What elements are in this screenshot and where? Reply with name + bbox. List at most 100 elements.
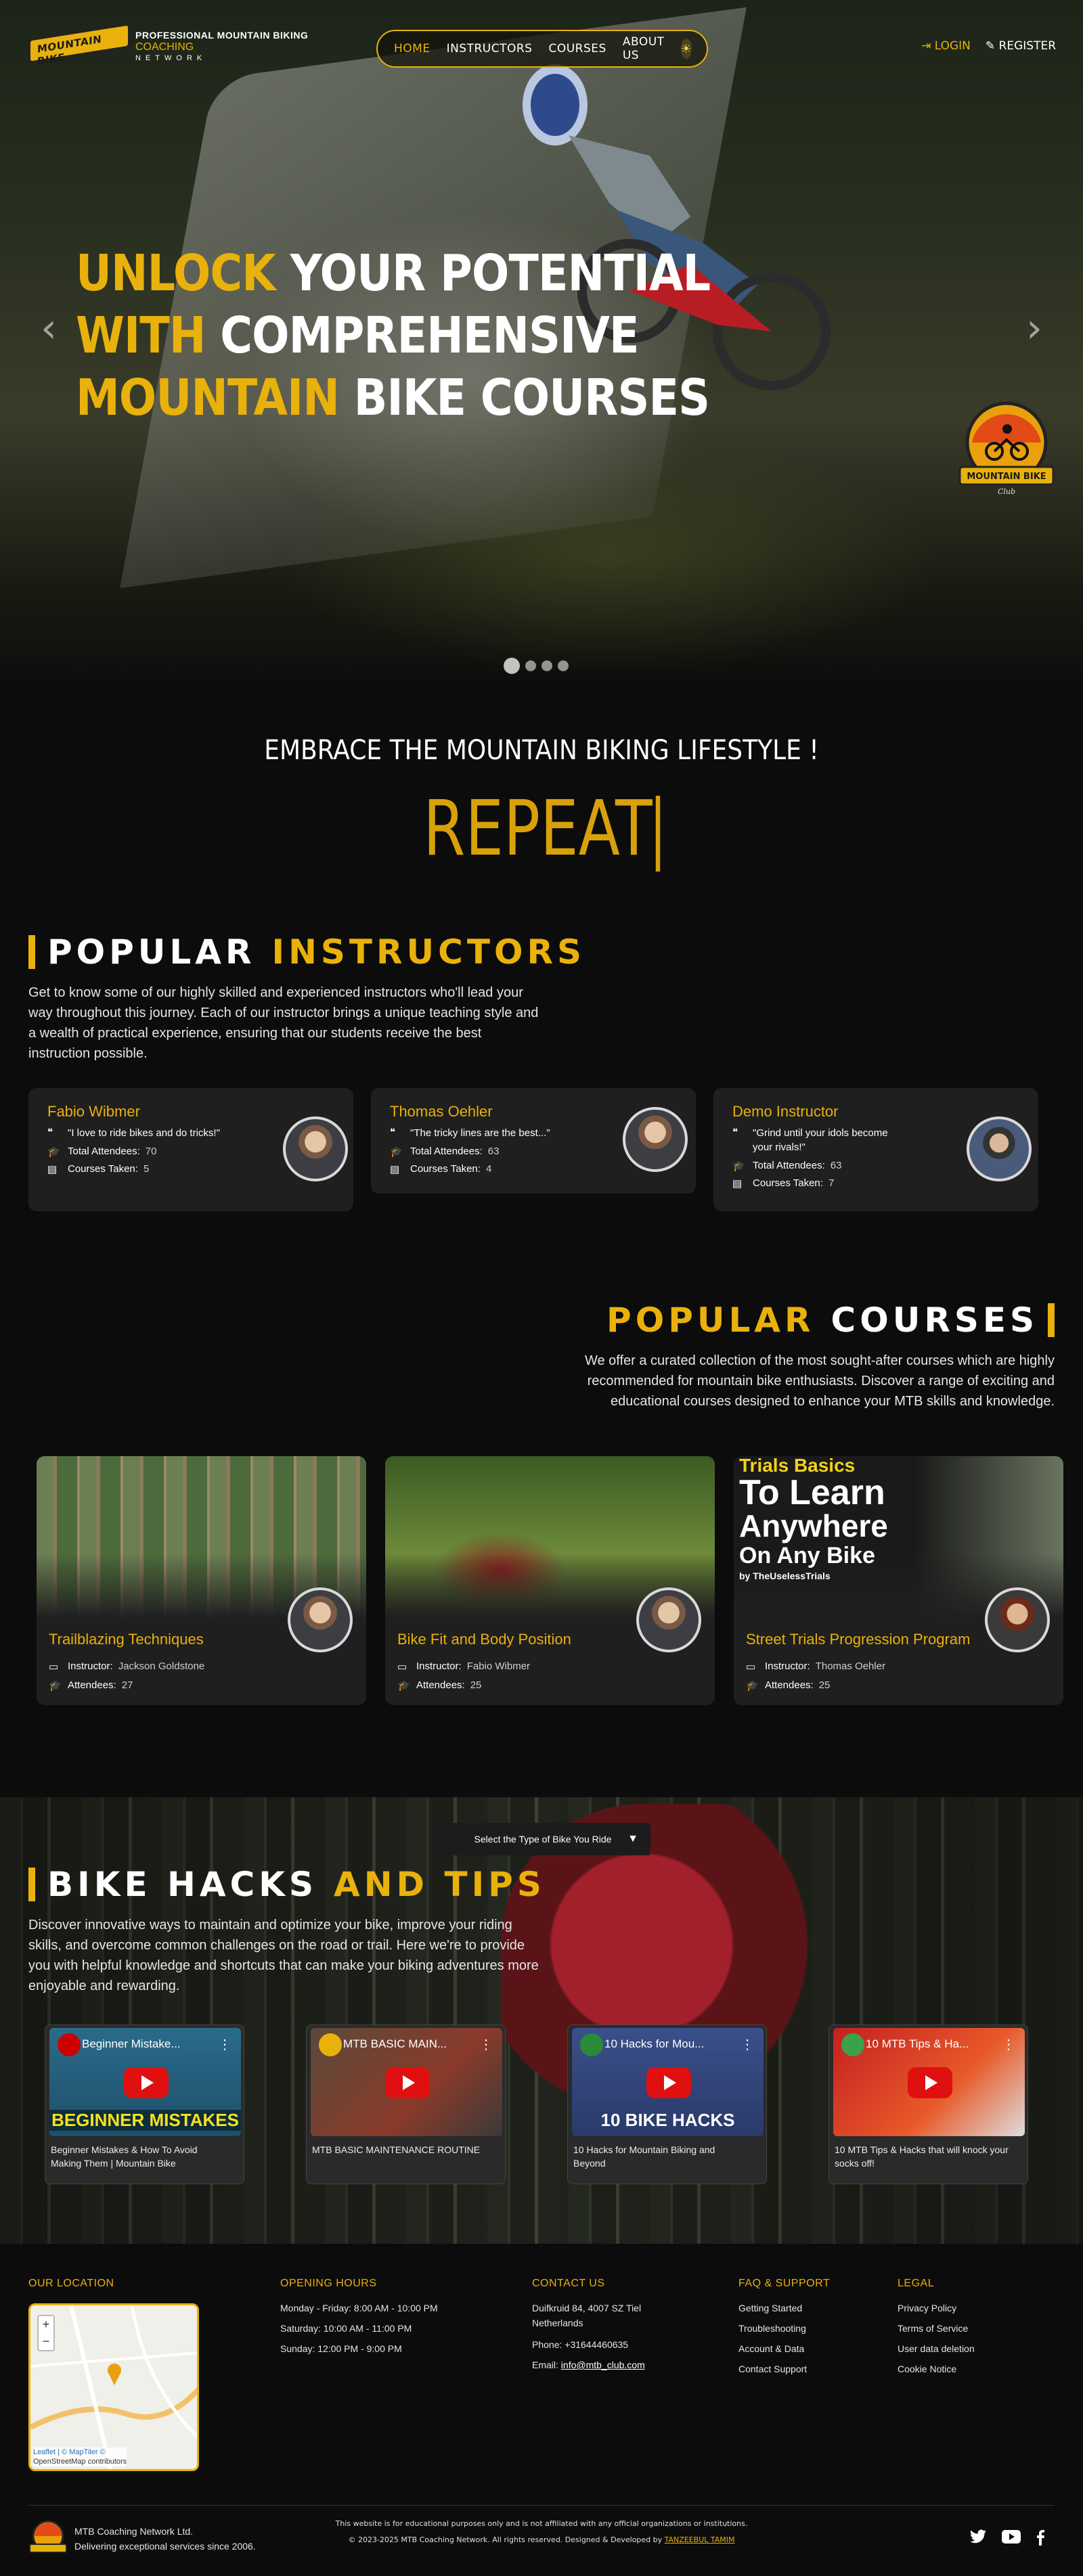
more-options-icon[interactable]: ⋮ [218, 2036, 231, 2053]
select-placeholder: Select the Type of Bike You Ride [474, 1834, 612, 1845]
copyright-text: © 2023-2025 MTB Coaching Network. All ri… [348, 2535, 665, 2544]
instructor-card[interactable]: Demo Instructor ❝ "Grind until your idols… [713, 1088, 1038, 1211]
book-icon: ▤ [390, 1164, 400, 1175]
instructor-icon: ▭ [397, 1661, 407, 1673]
zoom-out-button[interactable]: − [39, 2333, 53, 2350]
course-card[interactable]: Trials Basics To Learn Anywhere On Any B… [734, 1456, 1063, 1705]
carousel-dot[interactable] [558, 660, 569, 671]
video-title: Beginner Mistake... [82, 2037, 181, 2050]
location-map[interactable]: + − Leaflet | © MapTiler © OpenStreetMap… [28, 2303, 199, 2471]
lifestyle-heading: EMBRACE THE MOUNTAIN BIKING LIFESTYLE ! [264, 735, 819, 766]
nav-courses[interactable]: COURSES [548, 42, 606, 55]
zoom-in-button[interactable]: + [39, 2316, 53, 2333]
play-icon[interactable] [908, 2067, 952, 2098]
carousel-dot[interactable] [504, 658, 520, 674]
video-thumbnail[interactable]: 10 Hacks for Mou... ⋮ 10 BIKE HACKS [572, 2028, 764, 2136]
hero-title-highlight: UNLOCK [76, 244, 276, 302]
disclaimer-text: This website is for educational purposes… [335, 2519, 748, 2528]
video-title: 10 Hacks for Mou... [604, 2037, 705, 2050]
book-icon: ▤ [732, 1178, 743, 1190]
login-link[interactable]: ⇥ LOGIN [921, 39, 971, 53]
legal-link[interactable]: User data deletion [898, 2338, 975, 2359]
bike-type-select[interactable]: Select the Type of Bike You Ride ▼ [435, 1823, 650, 1855]
instructor-card[interactable]: Thomas Oehler ❝ "The tricky lines are the… [371, 1088, 696, 1194]
faq-link[interactable]: Troubleshooting [738, 2318, 807, 2338]
thumb-line: On Any Bike [739, 1543, 875, 1568]
video-banner: BEGINNER MISTAKES [49, 2110, 241, 2131]
attendees-value: 70 [145, 1146, 157, 1157]
legal-link[interactable]: Privacy Policy [898, 2298, 975, 2318]
hero-title-highlight: WITH [76, 307, 206, 365]
video-card[interactable]: 10 MTB Tips & Ha... ⋮ 10 MTB Tips & Hack… [828, 2025, 1028, 2184]
play-icon[interactable] [646, 2067, 691, 2098]
video-thumbnail[interactable]: MTB BASIC MAIN... ⋮ [311, 2028, 502, 2136]
video-title: MTB BASIC MAIN... [343, 2037, 447, 2050]
faq-link[interactable]: Getting Started [738, 2298, 807, 2318]
carousel-dot[interactable] [525, 660, 536, 671]
logo-line1: PROFESSIONAL MOUNTAIN BIKING [135, 29, 309, 41]
site-header: MOUNTAIN BIKE PROFESSIONAL MOUNTAIN BIKI… [0, 0, 1083, 95]
channel-avatar [580, 2033, 603, 2056]
legal-links: Privacy Policy Terms of Service User dat… [898, 2298, 975, 2379]
youtube-icon[interactable] [1002, 2529, 1021, 2550]
instructor-card[interactable]: Fabio Wibmer ❝ "I love to ride bikes and … [28, 1088, 353, 1211]
attendees-label: Total Attendees: [410, 1146, 483, 1157]
video-thumbnail[interactable]: 10 MTB Tips & Ha... ⋮ [833, 2028, 1025, 2136]
contact-email-link[interactable]: info@mtb_club.com [561, 2359, 645, 2370]
thumb-line: Anywhere [739, 1508, 888, 1543]
logo-text: PROFESSIONAL MOUNTAIN BIKING COACHING NE… [135, 30, 308, 62]
twitter-icon[interactable] [969, 2529, 987, 2550]
carousel-next-icon[interactable]: › [1026, 304, 1042, 352]
developer-link[interactable]: TANZEEBUL TAMIM [665, 2535, 735, 2544]
more-options-icon[interactable]: ⋮ [741, 2036, 754, 2053]
logo-line3: NETWORK [135, 53, 207, 62]
course-card[interactable]: Trailblazing Techniques ▭ Instructor: Jack… [37, 1456, 366, 1705]
register-link[interactable]: ✎ REGISTER [986, 39, 1056, 53]
graduation-cap-icon: 🎓 [746, 1680, 759, 1692]
video-card[interactable]: Beginner Mistake... ⋮ BEGINNER MISTAKES … [45, 2025, 244, 2184]
map-attribution-line[interactable]: Leaflet | © MapTiler © [33, 2447, 127, 2457]
faq-link[interactable]: Account & Data [738, 2338, 807, 2359]
map-attribution-line[interactable]: OpenStreetMap contributors [33, 2457, 127, 2466]
courses-label: Courses Taken: [68, 1163, 138, 1175]
video-caption: Beginner Mistakes & How To Avoid Making … [51, 2144, 198, 2169]
instructor-label: Instructor: [765, 1660, 810, 1672]
hacks-heading: BIKE HACKS AND TIPS [28, 1865, 546, 1904]
theme-toggle-sun-icon[interactable]: ☀ [680, 39, 692, 59]
play-icon[interactable] [124, 2067, 169, 2098]
hero-title-highlight: MOUNTAIN [76, 369, 340, 427]
video-card[interactable]: 10 Hacks for Mou... ⋮ 10 BIKE HACKS 10 H… [567, 2025, 767, 2184]
instructor-value: Thomas Oehler [815, 1660, 886, 1672]
legal-link[interactable]: Terms of Service [898, 2318, 975, 2338]
hero-title-text: YOUR POTENTIAL [275, 244, 711, 302]
nav-home[interactable]: HOME [394, 42, 430, 55]
site-logo[interactable]: MOUNTAIN BIKE PROFESSIONAL MOUNTAIN BIKI… [28, 23, 308, 69]
quote-icon: ❝ [732, 1127, 738, 1138]
thumb-line: To Learn [739, 1473, 885, 1512]
course-card[interactable]: Bike Fit and Body Position ▭ Instructor: F… [385, 1456, 715, 1705]
play-icon[interactable] [385, 2067, 430, 2098]
instructor-avatar [288, 1587, 353, 1652]
club-badge-logo: MOUNTAIN BIKE Club [958, 401, 1055, 496]
facebook-icon[interactable] [1036, 2529, 1045, 2550]
attendees-label: Attendees: [68, 1679, 116, 1691]
heading-white: BIKE HACKS [47, 1865, 318, 1904]
carousel-dot[interactable] [542, 660, 552, 671]
carousel-prev-icon[interactable]: ‹ [41, 304, 57, 352]
instructor-value: Fabio Wibmer [466, 1660, 531, 1672]
nav-about-us[interactable]: ABOUT US [623, 35, 665, 62]
register-label: REGISTER [998, 39, 1056, 53]
graduation-cap-icon: 🎓 [49, 1680, 62, 1692]
contact-info: Duifkruid 84, 4007 SZ Tiel Netherlands P… [532, 2298, 667, 2372]
heading-yellow: AND TIPS [334, 1865, 546, 1904]
heading-yellow: POPULAR [606, 1301, 815, 1340]
faq-link[interactable]: Contact Support [738, 2359, 807, 2379]
instructor-name: Demo Instructor [732, 1103, 839, 1120]
more-options-icon[interactable]: ⋮ [479, 2036, 493, 2053]
attendees-label: Total Attendees: [68, 1146, 140, 1157]
more-options-icon[interactable]: ⋮ [1002, 2036, 1015, 2053]
video-thumbnail[interactable]: Beginner Mistake... ⋮ BEGINNER MISTAKES [49, 2028, 241, 2136]
nav-instructors[interactable]: INSTRUCTORS [447, 42, 533, 55]
video-card[interactable]: MTB BASIC MAIN... ⋮ MTB BASIC MAINTENANC… [306, 2025, 506, 2184]
legal-link[interactable]: Cookie Notice [898, 2359, 975, 2379]
